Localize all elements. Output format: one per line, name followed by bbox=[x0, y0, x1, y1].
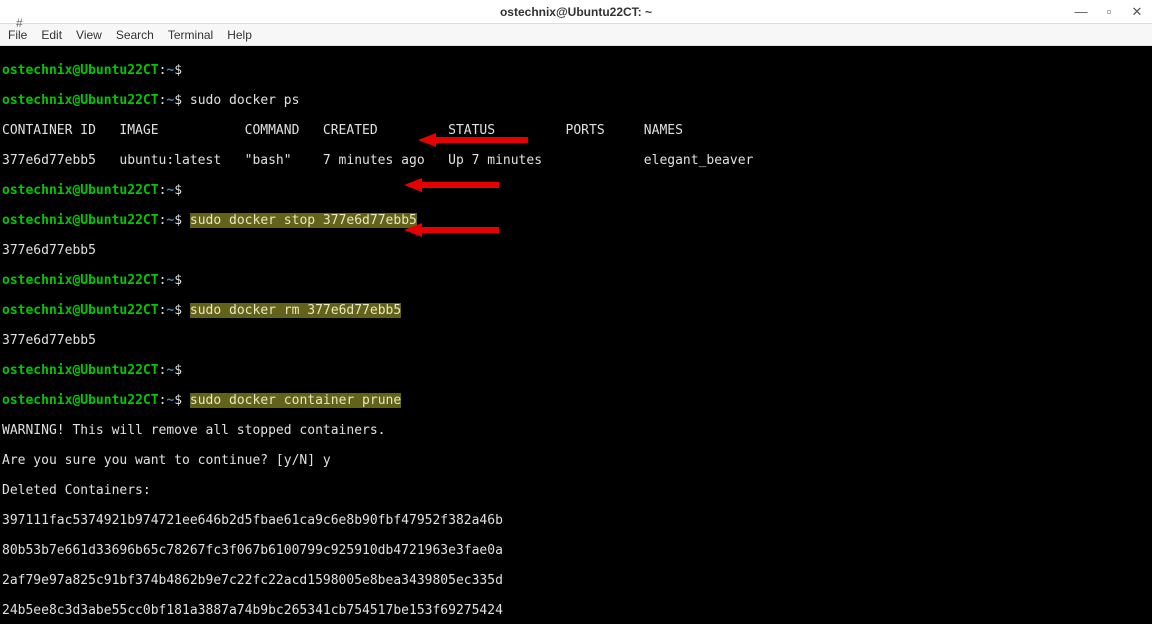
maximize-button[interactable]: ▫ bbox=[1102, 4, 1116, 19]
window-titlebar: # ostechnix@Ubuntu22CT: ~ — ▫ ✕ bbox=[0, 0, 1152, 24]
prompt-dollar: $ bbox=[174, 63, 182, 78]
terminal-output[interactable]: ostechnix@Ubuntu22CT:~$ ostechnix@Ubuntu… bbox=[0, 46, 1152, 624]
arrow-icon bbox=[418, 118, 528, 130]
prompt-host: Ubuntu22CT bbox=[80, 63, 158, 78]
menu-view[interactable]: View bbox=[76, 28, 102, 42]
prompt-user: ostechnix bbox=[2, 213, 72, 228]
prompt-dollar: $ bbox=[174, 93, 182, 108]
titlebar-hash: # bbox=[16, 16, 23, 30]
menu-edit[interactable]: Edit bbox=[41, 28, 62, 42]
prompt-host: Ubuntu22CT bbox=[80, 213, 158, 228]
header-row: CONTAINER ID IMAGE COMMAND CREATED STATU… bbox=[2, 123, 1150, 138]
prompt-host: Ubuntu22CT bbox=[80, 183, 158, 198]
prompt-dollar: $ bbox=[174, 393, 182, 408]
cmd-docker-ps: sudo docker ps bbox=[190, 93, 300, 108]
cmd-docker-rm: sudo docker rm 377e6d77ebb5 bbox=[190, 303, 401, 318]
prompt-user: ostechnix bbox=[2, 93, 72, 108]
prompt-user: ostechnix bbox=[2, 273, 72, 288]
prompt-user: ostechnix bbox=[2, 183, 72, 198]
prompt-dollar: $ bbox=[174, 273, 182, 288]
prompt-dollar: $ bbox=[174, 363, 182, 378]
prompt-host: Ubuntu22CT bbox=[80, 273, 158, 288]
hash-line: 2af79e97a825c91bf374b4862b9e7c22fc22acd1… bbox=[2, 573, 1150, 588]
deleted-header: Deleted Containers: bbox=[2, 483, 1150, 498]
arrow-icon bbox=[404, 163, 499, 175]
hash-line: 397111fac5374921b974721ee646b2d5fbae61ca… bbox=[2, 513, 1150, 528]
cmd-docker-stop: sudo docker stop 377e6d77ebb5 bbox=[190, 213, 417, 228]
output-id: 377e6d77ebb5 bbox=[2, 243, 1150, 258]
minimize-button[interactable]: — bbox=[1074, 4, 1088, 19]
prompt-dollar: $ bbox=[174, 303, 182, 318]
prompt-dollar: $ bbox=[174, 183, 182, 198]
prune-warning: WARNING! This will remove all stopped co… bbox=[2, 423, 1150, 438]
hash-line: 24b5ee8c3d3abe55cc0bf181a3887a74b9bc2653… bbox=[2, 603, 1150, 618]
container-row: 377e6d77ebb5 ubuntu:latest "bash" 7 minu… bbox=[2, 153, 1150, 168]
prompt-host: Ubuntu22CT bbox=[80, 363, 158, 378]
prompt-user: ostechnix bbox=[2, 303, 72, 318]
arrow-icon bbox=[404, 208, 499, 220]
menu-file[interactable]: File bbox=[8, 28, 27, 42]
prune-confirm: Are you sure you want to continue? [y/N]… bbox=[2, 453, 1150, 468]
cmd-docker-prune: sudo docker container prune bbox=[190, 393, 401, 408]
prompt-user: ostechnix bbox=[2, 363, 72, 378]
prompt-host: Ubuntu22CT bbox=[80, 93, 158, 108]
menubar: File Edit View Search Terminal Help bbox=[0, 24, 1152, 46]
output-id: 377e6d77ebb5 bbox=[2, 333, 1150, 348]
menu-help[interactable]: Help bbox=[227, 28, 252, 42]
prompt-host: Ubuntu22CT bbox=[80, 393, 158, 408]
prompt-host: Ubuntu22CT bbox=[80, 303, 158, 318]
prompt-user: ostechnix bbox=[2, 63, 72, 78]
hash-line: 80b53b7e661d33696b65c78267fc3f067b610079… bbox=[2, 543, 1150, 558]
close-button[interactable]: ✕ bbox=[1130, 4, 1144, 20]
prompt-user: ostechnix bbox=[2, 393, 72, 408]
menu-terminal[interactable]: Terminal bbox=[168, 28, 213, 42]
menu-search[interactable]: Search bbox=[116, 28, 154, 42]
window-title: ostechnix@Ubuntu22CT: ~ bbox=[500, 5, 652, 19]
prompt-dollar: $ bbox=[174, 213, 182, 228]
